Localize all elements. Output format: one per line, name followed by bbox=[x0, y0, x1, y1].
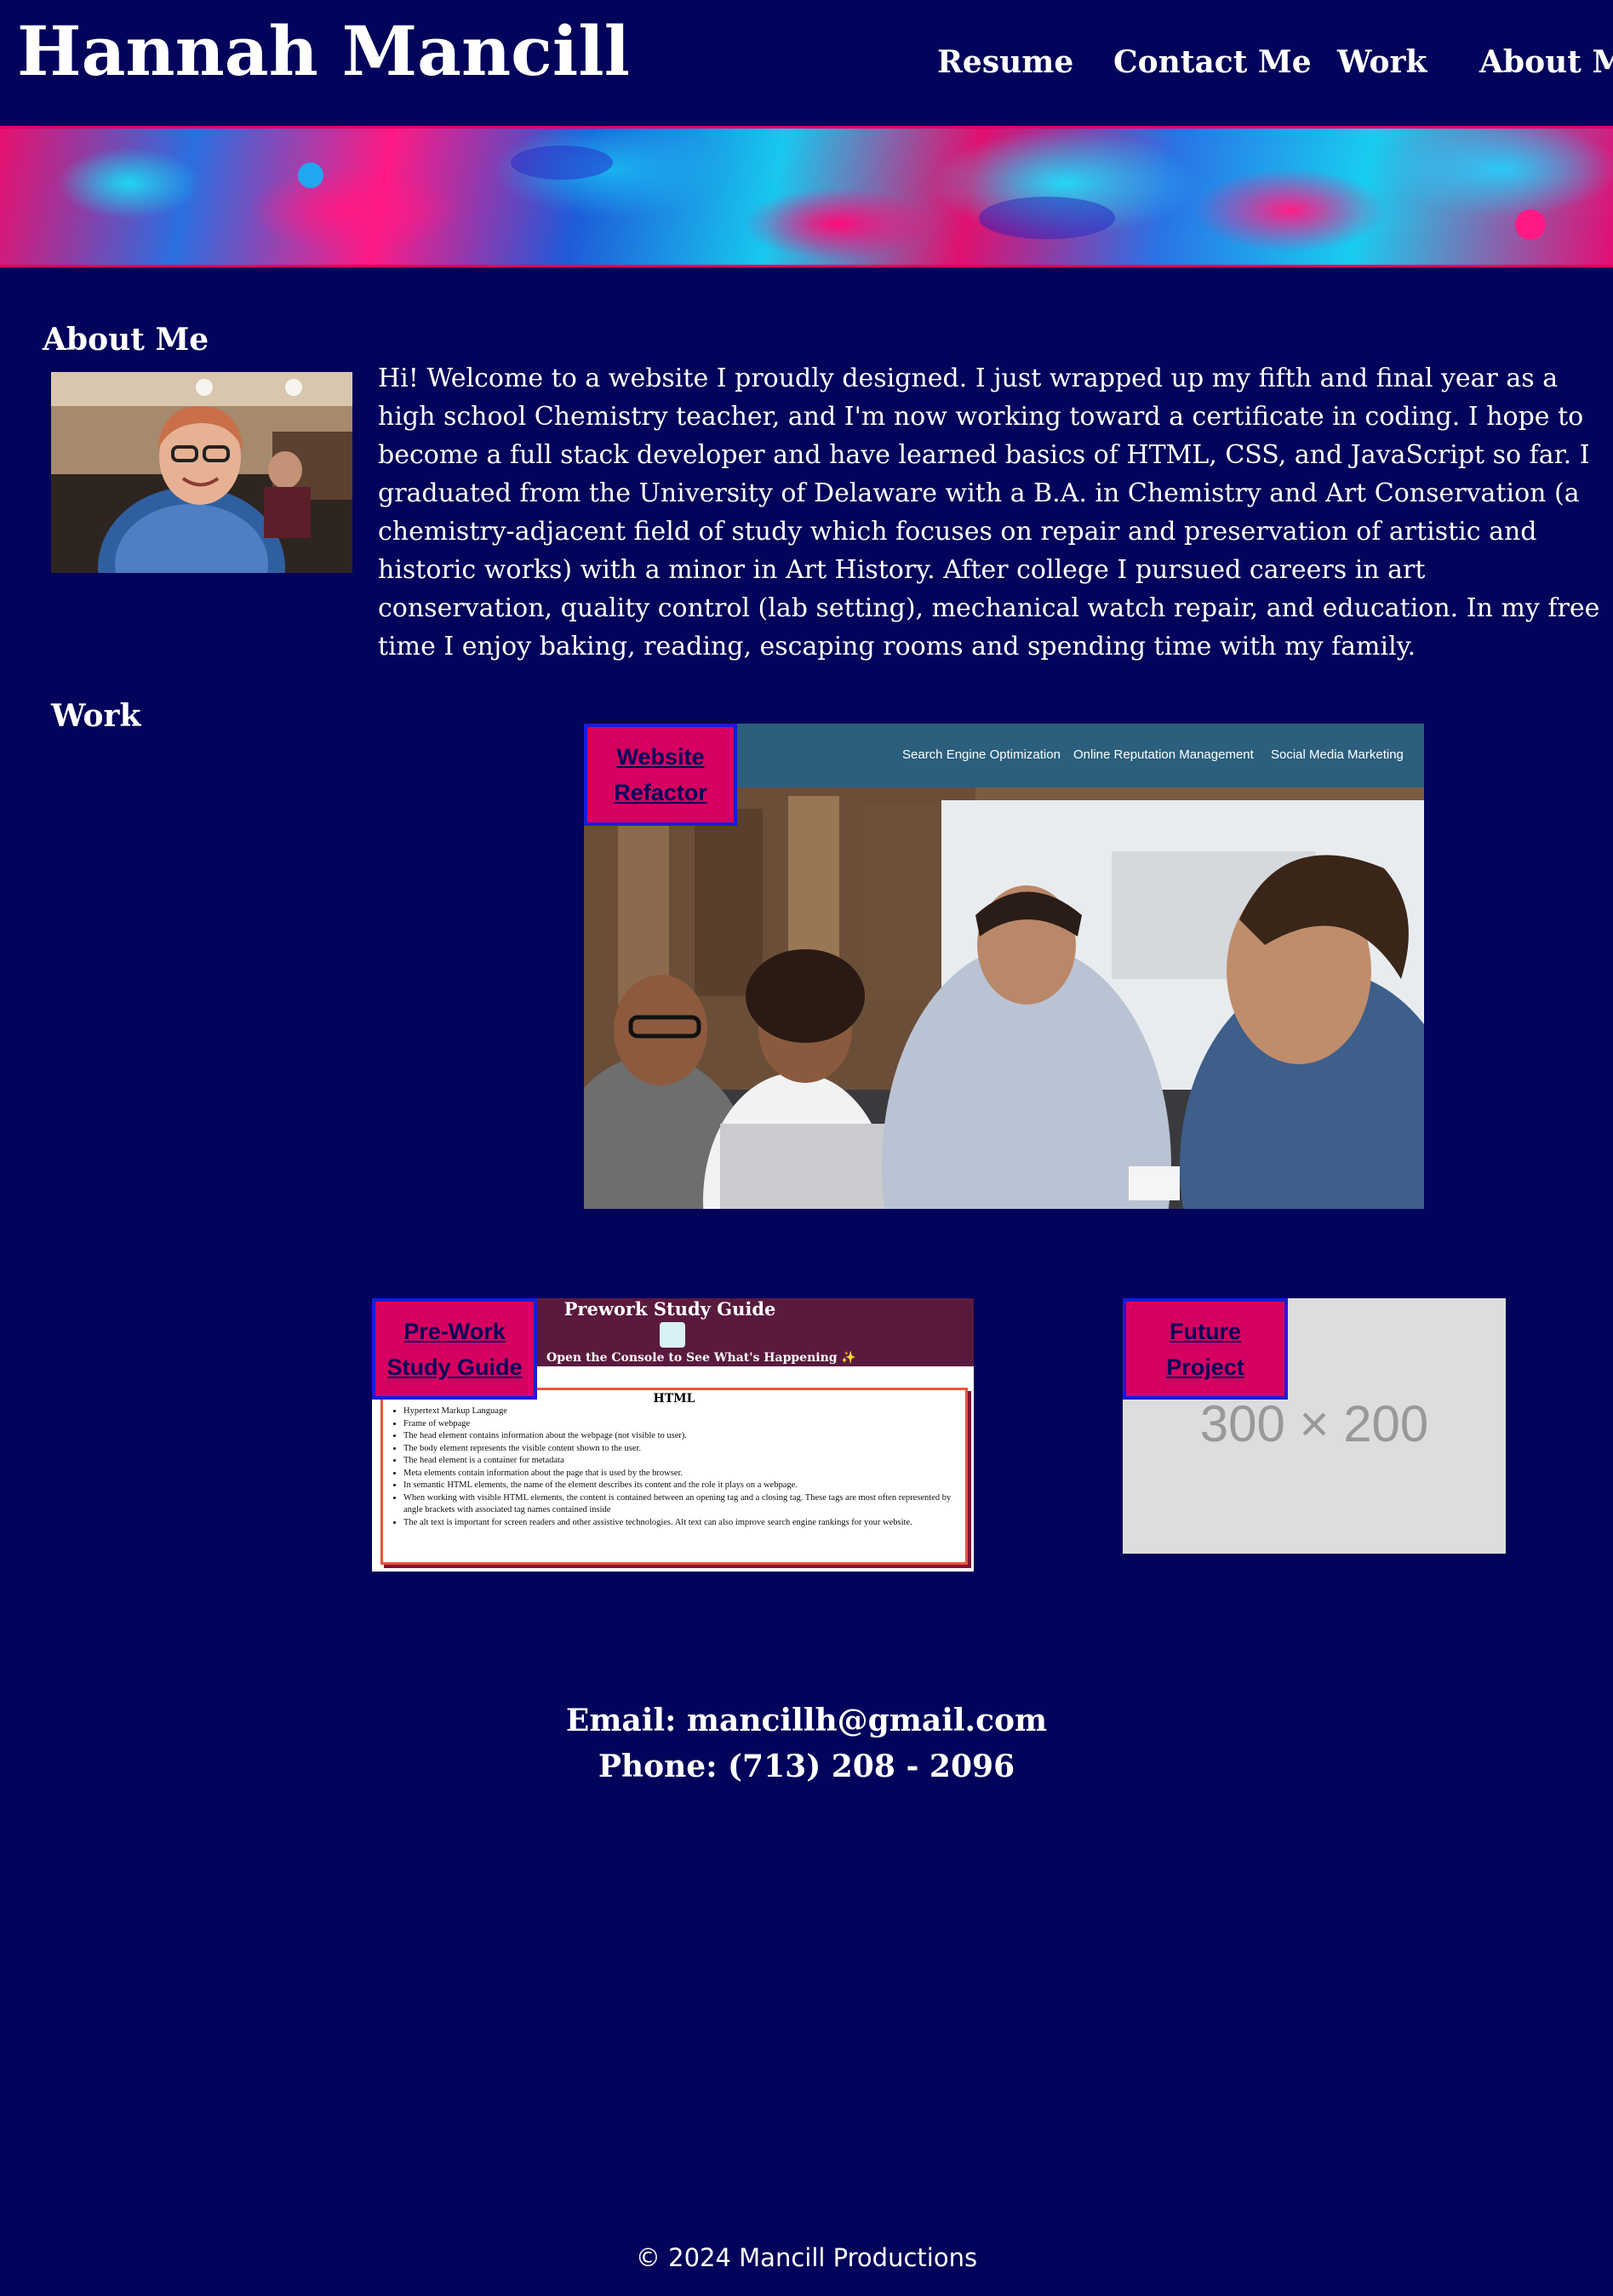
study-guide-subtitle: Open the Console to See What's Happening… bbox=[546, 1351, 856, 1365]
banner-swirl bbox=[979, 197, 1115, 239]
study-guide-card: HTML Hypertext Markup Language Frame of … bbox=[380, 1388, 968, 1565]
profile-photo bbox=[51, 372, 352, 573]
list-item: When working with visible HTML elements,… bbox=[403, 1492, 965, 1517]
project-label-line: Study Guide bbox=[386, 1354, 523, 1380]
project-label-line: Future bbox=[1169, 1318, 1241, 1344]
screenshot-nav-item: Search Engine Optimization bbox=[902, 747, 1061, 762]
list-item: The body element represents the visible … bbox=[403, 1443, 965, 1456]
study-guide-list: Hypertext Markup Language Frame of webpa… bbox=[383, 1406, 965, 1529]
nav-link-resume[interactable]: Resume bbox=[937, 44, 1073, 80]
site-title: Hannah Mancill bbox=[17, 11, 631, 91]
study-guide-title: Prework Study Guide bbox=[563, 1298, 776, 1320]
list-item: In semantic HTML elements, the name of t… bbox=[403, 1480, 965, 1492]
screenshot-nav-item: Social Media Marketing bbox=[1271, 747, 1404, 762]
project-label-line: Website bbox=[616, 744, 705, 770]
banner-drop bbox=[298, 163, 323, 188]
banner-drop bbox=[1515, 209, 1546, 240]
banner-swirl bbox=[511, 146, 613, 180]
about-heading: About Me bbox=[43, 322, 209, 358]
list-item: Hypertext Markup Language bbox=[403, 1406, 965, 1418]
nav-link-about-me[interactable]: About Me bbox=[1479, 44, 1613, 80]
study-guide-logo-icon bbox=[660, 1322, 685, 1348]
work-heading: Work bbox=[51, 698, 141, 734]
project-label: Future Project bbox=[1166, 1314, 1244, 1385]
list-item: The alt text is important for screen rea… bbox=[403, 1517, 965, 1530]
project-future-link[interactable]: Future Project bbox=[1123, 1298, 1288, 1400]
project-prework-study-guide-link[interactable]: Pre-Work Study Guide bbox=[372, 1298, 537, 1400]
placeholder-size-text: 300 × 200 bbox=[1199, 1395, 1429, 1452]
list-item: The head element is a container for meta… bbox=[403, 1455, 965, 1468]
list-item: The head element contains information ab… bbox=[403, 1430, 965, 1443]
nav-link-contact-me[interactable]: Contact Me bbox=[1113, 44, 1312, 80]
contact-phone: Phone: (713) 208 - 2096 bbox=[598, 1749, 1015, 1784]
project-label-line: Pre-Work bbox=[403, 1318, 506, 1344]
list-item: Frame of webpage bbox=[403, 1418, 965, 1431]
screenshot-nav-item: Online Reputation Management bbox=[1073, 747, 1254, 762]
profile-photo-art bbox=[51, 372, 352, 573]
list-item: Meta elements contain information about … bbox=[403, 1468, 965, 1480]
project-label: Website Refactor bbox=[614, 739, 707, 810]
project-label: Pre-Work Study Guide bbox=[386, 1314, 522, 1385]
nav-link-work[interactable]: Work bbox=[1337, 44, 1427, 80]
footer-copyright: © 2024 Mancill Productions bbox=[635, 2243, 978, 2272]
project-label-line: Refactor bbox=[614, 780, 707, 805]
about-text: Hi! Welcome to a website I proudly desig… bbox=[378, 364, 1600, 661]
project-website-refactor-link[interactable]: Website Refactor bbox=[584, 724, 737, 826]
contact-email: Email: mancillh@gmail.com bbox=[565, 1703, 1048, 1738]
project-label-line: Project bbox=[1166, 1354, 1244, 1380]
header-banner-image bbox=[0, 126, 1613, 267]
